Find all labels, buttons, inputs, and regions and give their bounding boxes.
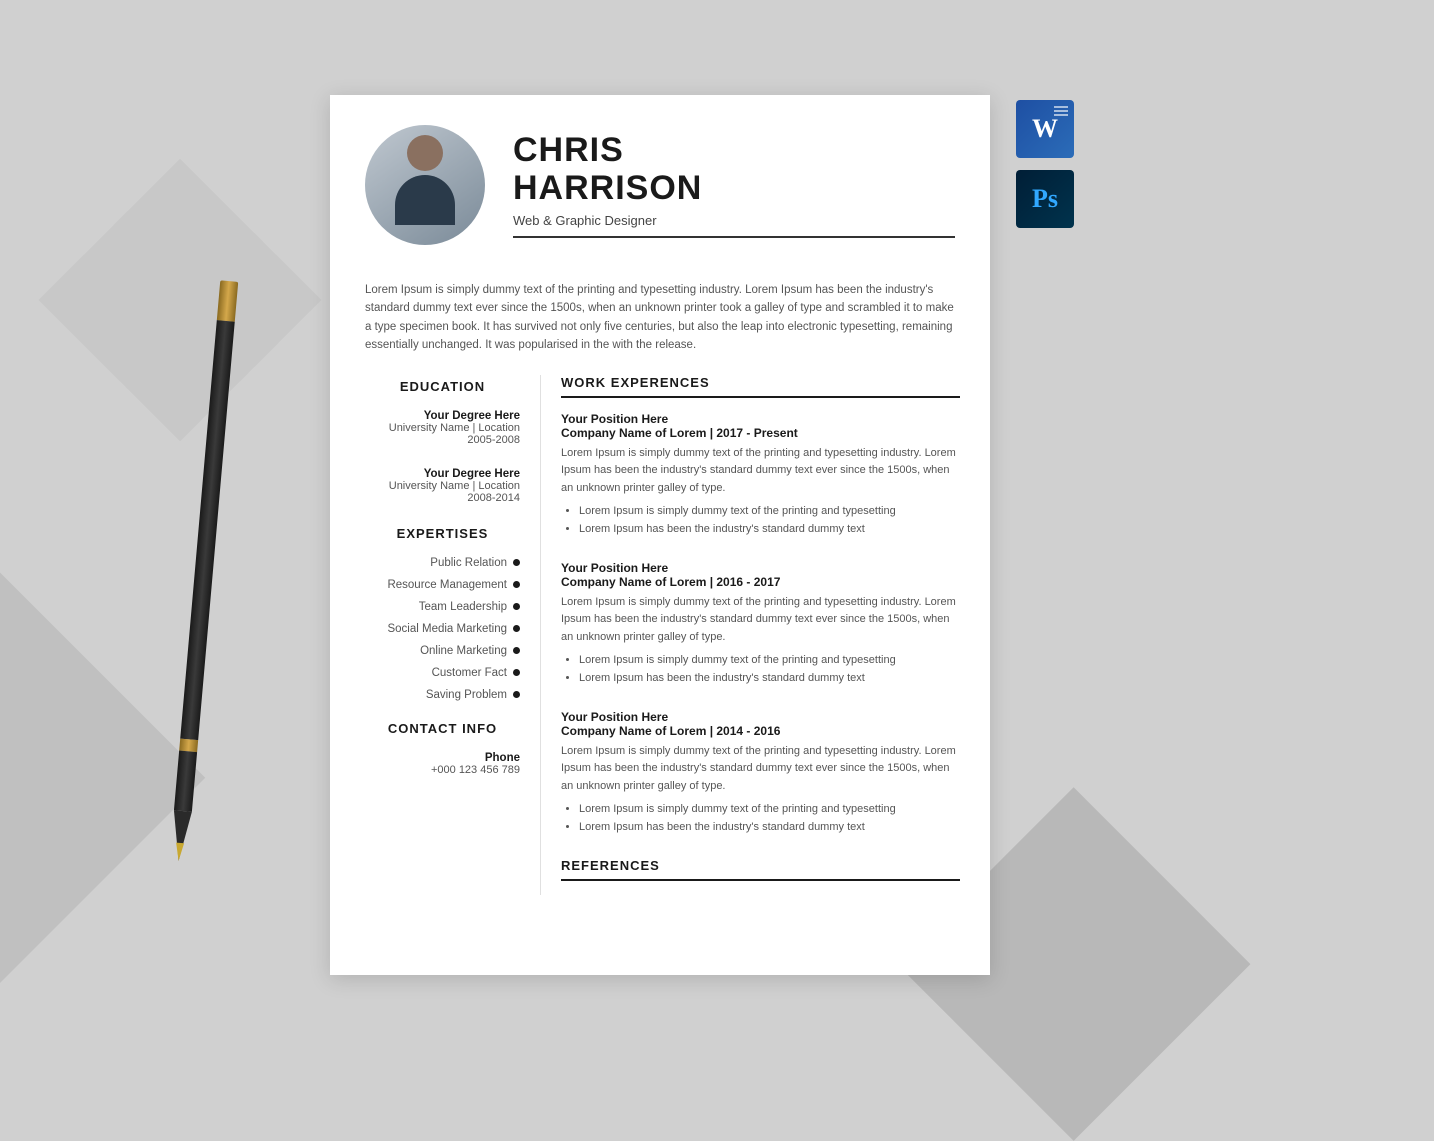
bg-shape-3	[39, 159, 322, 442]
work-title: WORK EXPERENCES	[561, 375, 960, 398]
expertise-item-4: Social Media Marketing	[365, 623, 520, 635]
references-section: REFERENCES	[561, 858, 960, 881]
expertise-label-4: Social Media Marketing	[387, 623, 507, 635]
work-bullets-3: Lorem Ipsum is simply dummy text of the …	[561, 801, 960, 836]
work-bullet-3b: Lorem Ipsum has been the industry's stan…	[579, 819, 960, 837]
silhouette-head	[407, 135, 443, 171]
app-icons-container: W Ps	[1016, 100, 1074, 228]
job-title: Web & Graphic Designer	[513, 213, 955, 228]
phone-label: Phone	[365, 752, 520, 764]
edu-school-2: University Name | Location	[365, 480, 520, 492]
expertise-item-7: Saving Problem	[365, 689, 520, 701]
photoshop-icon[interactable]: Ps	[1016, 170, 1074, 228]
resume-summary: Lorem Ipsum is simply dummy text of the …	[330, 265, 990, 375]
phone-value: +000 123 456 789	[365, 764, 520, 776]
work-position-3: Your Position Here	[561, 710, 960, 724]
work-bullet-3a: Lorem Ipsum is simply dummy text of the …	[579, 801, 960, 819]
work-bullet-1a: Lorem Ipsum is simply dummy text of the …	[579, 503, 960, 521]
work-position-1: Your Position Here	[561, 412, 960, 426]
work-bullet-2a: Lorem Ipsum is simply dummy text of the …	[579, 652, 960, 670]
expertise-dot-2	[513, 581, 520, 588]
expertise-label-3: Team Leadership	[419, 601, 507, 613]
work-entry-2: Your Position Here Company Name of Lorem…	[561, 561, 960, 688]
work-bullet-2b: Lorem Ipsum has been the industry's stan…	[579, 670, 960, 688]
word-icon-doc	[1054, 106, 1068, 116]
expertise-dot-1	[513, 559, 520, 566]
edu-year-2: 2008-2014	[365, 492, 520, 504]
expertise-item-6: Customer Fact	[365, 667, 520, 679]
bg-shape-1	[0, 551, 205, 1004]
education-section: EDUCATION Your Degree Here University Na…	[365, 379, 520, 504]
expertise-dot-5	[513, 647, 520, 654]
expertise-dot-3	[513, 603, 520, 610]
profile-silhouette	[385, 135, 465, 235]
work-desc-2: Lorem Ipsum is simply dummy text of the …	[561, 594, 960, 647]
work-bullet-1b: Lorem Ipsum has been the industry's stan…	[579, 521, 960, 539]
work-company-2: Company Name of Lorem | 2016 - 2017	[561, 575, 960, 589]
ps-icon-letter: Ps	[1032, 184, 1058, 214]
work-entry-3: Your Position Here Company Name of Lorem…	[561, 710, 960, 837]
expertise-item-1: Public Relation	[365, 557, 520, 569]
name-first: CHRIS	[513, 132, 955, 169]
edu-degree-1: Your Degree Here	[365, 410, 520, 422]
work-entry-1: Your Position Here Company Name of Lorem…	[561, 412, 960, 539]
name-section: CHRIS HARRISON Web & Graphic Designer	[513, 132, 955, 238]
phone-entry: Phone +000 123 456 789	[365, 752, 520, 776]
work-desc-1: Lorem Ipsum is simply dummy text of the …	[561, 445, 960, 498]
contact-title: CONTACT INFO	[365, 721, 520, 736]
work-desc-3: Lorem Ipsum is simply dummy text of the …	[561, 743, 960, 796]
left-column: EDUCATION Your Degree Here University Na…	[330, 375, 540, 896]
expertise-dot-7	[513, 691, 520, 698]
references-title: REFERENCES	[561, 858, 960, 881]
silhouette-body	[395, 175, 455, 225]
work-bullets-2: Lorem Ipsum is simply dummy text of the …	[561, 652, 960, 687]
work-bullets-1: Lorem Ipsum is simply dummy text of the …	[561, 503, 960, 538]
expertise-label-7: Saving Problem	[426, 689, 507, 701]
contact-section: CONTACT INFO Phone +000 123 456 789	[365, 721, 520, 776]
edu-school-1: University Name | Location	[365, 422, 520, 434]
expertise-dot-6	[513, 669, 520, 676]
expertise-item-2: Resource Management	[365, 579, 520, 591]
expertise-label-2: Resource Management	[387, 579, 507, 591]
name-last: HARRISON	[513, 170, 955, 207]
work-company-3: Company Name of Lorem | 2014 - 2016	[561, 724, 960, 738]
education-entry-1: Your Degree Here University Name | Locat…	[365, 410, 520, 446]
expertise-label-6: Customer Fact	[432, 667, 507, 679]
resume-paper: CHRIS HARRISON Web & Graphic Designer Lo…	[330, 95, 990, 975]
expertise-dot-4	[513, 625, 520, 632]
right-column: WORK EXPERENCES Your Position Here Compa…	[540, 375, 990, 896]
education-entry-2: Your Degree Here University Name | Locat…	[365, 468, 520, 504]
expertise-label-1: Public Relation	[430, 557, 507, 569]
resume-header: CHRIS HARRISON Web & Graphic Designer	[330, 95, 990, 265]
word-icon[interactable]: W	[1016, 100, 1074, 158]
work-company-1: Company Name of Lorem | 2017 - Present	[561, 426, 960, 440]
expertises-section: EXPERTISES Public Relation Resource Mana…	[365, 526, 520, 701]
education-title: EDUCATION	[365, 379, 520, 394]
work-section: WORK EXPERENCES Your Position Here Compa…	[561, 375, 960, 837]
expertises-title: EXPERTISES	[365, 526, 520, 541]
word-icon-letter: W	[1032, 114, 1058, 144]
expertise-label-5: Online Marketing	[420, 645, 507, 657]
expertise-item-3: Team Leadership	[365, 601, 520, 613]
profile-photo	[365, 125, 485, 245]
work-position-2: Your Position Here	[561, 561, 960, 575]
edu-year-1: 2005-2008	[365, 434, 520, 446]
expertise-item-5: Online Marketing	[365, 645, 520, 657]
edu-degree-2: Your Degree Here	[365, 468, 520, 480]
resume-body: EDUCATION Your Degree Here University Na…	[330, 375, 990, 926]
